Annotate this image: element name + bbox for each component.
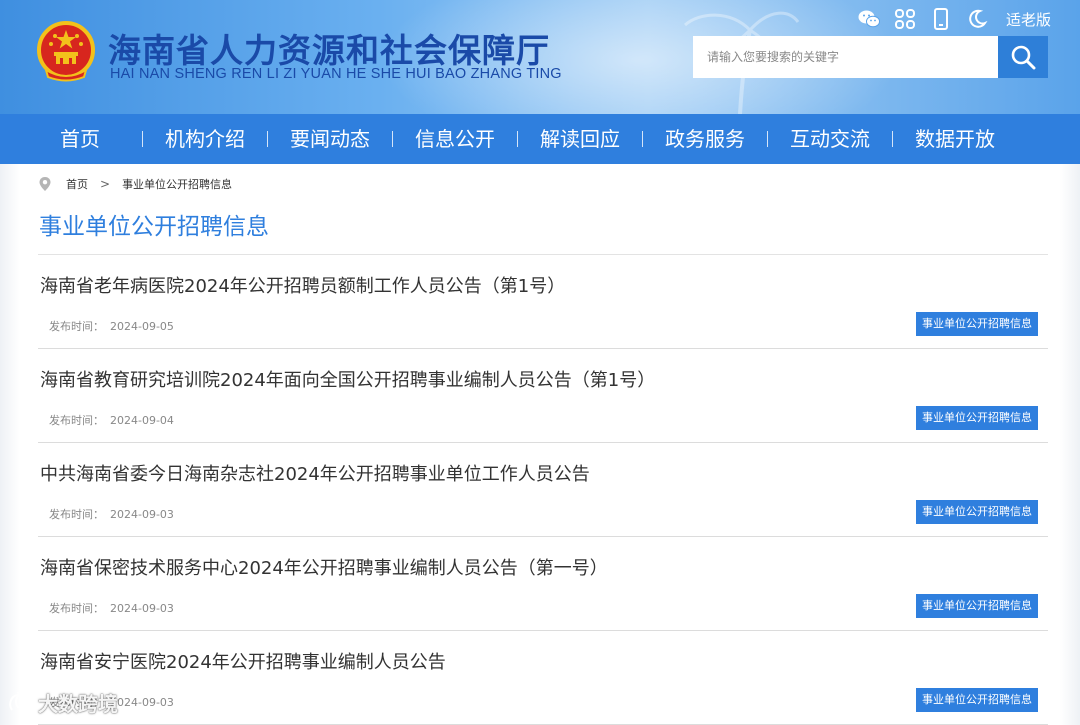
nav-separator xyxy=(267,131,268,147)
category-tag[interactable]: 事业单位公开招聘信息 xyxy=(916,500,1038,524)
date-label: 发布时间： xyxy=(49,414,104,427)
national-emblem-icon xyxy=(37,21,95,82)
wechat-icon[interactable] xyxy=(858,8,880,30)
search-button[interactable] xyxy=(998,36,1048,78)
watermark-logo-icon xyxy=(9,691,34,711)
publish-date: 2024-09-04 xyxy=(110,414,174,427)
watermark: 大数跨境 xyxy=(8,688,118,717)
nav-item-home[interactable]: 首页 xyxy=(22,114,138,164)
mobile-icon[interactable] xyxy=(930,8,952,30)
publish-date: 2024-09-05 xyxy=(110,320,174,333)
nav-separator xyxy=(642,131,643,147)
breadcrumb-current[interactable]: 事业单位公开招聘信息 xyxy=(122,176,232,192)
publish-date: 2024-09-03 xyxy=(110,602,174,615)
list-item-title[interactable]: 海南省教育研究培训院2024年面向全国公开招聘事业编制人员公告（第1号） xyxy=(40,366,655,392)
nav-separator xyxy=(767,131,768,147)
list-item-meta: 发布时间： 2024-09-03 xyxy=(49,506,174,522)
left-shadow xyxy=(0,164,20,725)
search-box xyxy=(693,36,1048,78)
nav-item-services[interactable]: 政务服务 xyxy=(647,114,763,164)
nav-item-news[interactable]: 要闻动态 xyxy=(272,114,388,164)
elder-mode-link[interactable]: 适老版 xyxy=(1006,9,1051,30)
main-nav: 首页 机构介绍 要闻动态 信息公开 解读回应 政务服务 互动交流 数据开放 xyxy=(0,114,1080,164)
nav-item-open-data[interactable]: 数据开放 xyxy=(897,114,1013,164)
page-title: 事业单位公开招聘信息 xyxy=(39,214,269,240)
category-tag[interactable]: 事业单位公开招聘信息 xyxy=(916,312,1038,336)
list-item: 海南省保密技术服务中心2024年公开招聘事业编制人员公告（第一号） 发布时间： 2… xyxy=(38,537,1048,631)
date-label: 发布时间： xyxy=(49,320,104,333)
nav-item-organization[interactable]: 机构介绍 xyxy=(147,114,263,164)
list-item-meta: 发布时间： 2024-09-03 xyxy=(49,600,174,616)
breadcrumb: 首页 > 事业单位公开招聘信息 xyxy=(38,176,232,192)
nav-separator xyxy=(517,131,518,147)
nav-item-interpretation[interactable]: 解读回应 xyxy=(522,114,638,164)
location-pin-icon xyxy=(39,177,51,191)
list-item-meta: 发布时间： 2024-09-04 xyxy=(49,412,174,428)
watermark-text: 大数跨境 xyxy=(38,692,118,716)
nav-item-interaction[interactable]: 互动交流 xyxy=(772,114,888,164)
list-item-title[interactable]: 中共海南省委今日海南杂志社2024年公开招聘事业单位工作人员公告 xyxy=(40,460,590,486)
nav-separator xyxy=(892,131,893,147)
publish-date: 2024-09-03 xyxy=(110,696,174,709)
publish-date: 2024-09-03 xyxy=(110,508,174,521)
header-tools: 适老版 xyxy=(858,8,1051,30)
list-item-title[interactable]: 海南省安宁医院2024年公开招聘事业编制人员公告 xyxy=(40,648,446,674)
apps-grid-icon[interactable] xyxy=(894,8,916,30)
list-item-meta: 发布时间： 2024-09-05 xyxy=(49,318,174,334)
category-tag[interactable]: 事业单位公开招聘信息 xyxy=(916,594,1038,618)
search-icon xyxy=(1011,45,1036,70)
site-title: 海南省人力资源和社会保障厅 xyxy=(108,31,550,70)
category-tag[interactable]: 事业单位公开招聘信息 xyxy=(916,406,1038,430)
announcement-list: 海南省老年病医院2024年公开招聘员额制工作人员公告（第1号） 发布时间： 202… xyxy=(38,255,1048,725)
list-item: 中共海南省委今日海南杂志社2024年公开招聘事业单位工作人员公告 发布时间： 20… xyxy=(38,443,1048,537)
list-item-title[interactable]: 海南省保密技术服务中心2024年公开招聘事业编制人员公告（第一号） xyxy=(40,554,608,580)
list-item: 海南省教育研究培训院2024年面向全国公开招聘事业编制人员公告（第1号） 发布时… xyxy=(38,349,1048,443)
list-item: 海南省老年病医院2024年公开招聘员额制工作人员公告（第1号） 发布时间： 202… xyxy=(38,255,1048,349)
nav-item-disclosure[interactable]: 信息公开 xyxy=(397,114,513,164)
right-shadow xyxy=(1060,164,1080,725)
nav-separator xyxy=(142,131,143,147)
breadcrumb-separator: > xyxy=(100,177,111,191)
moon-icon[interactable] xyxy=(966,8,988,30)
nav-separator xyxy=(392,131,393,147)
list-item-title[interactable]: 海南省老年病医院2024年公开招聘员额制工作人员公告（第1号） xyxy=(40,272,565,298)
date-label: 发布时间： xyxy=(49,602,104,615)
list-item: 海南省安宁医院2024年公开招聘事业编制人员公告 发布时间： 2024-09-03… xyxy=(38,631,1048,725)
date-label: 发布时间： xyxy=(49,508,104,521)
site-subtitle: HAI NAN SHENG REN LI ZI YUAN HE SHE HUI … xyxy=(110,66,562,82)
breadcrumb-home[interactable]: 首页 xyxy=(66,176,88,192)
search-input[interactable] xyxy=(693,36,998,78)
category-tag[interactable]: 事业单位公开招聘信息 xyxy=(916,688,1038,712)
site-header: 海南省人力资源和社会保障厅 HAI NAN SHENG REN LI ZI YU… xyxy=(0,0,1080,114)
